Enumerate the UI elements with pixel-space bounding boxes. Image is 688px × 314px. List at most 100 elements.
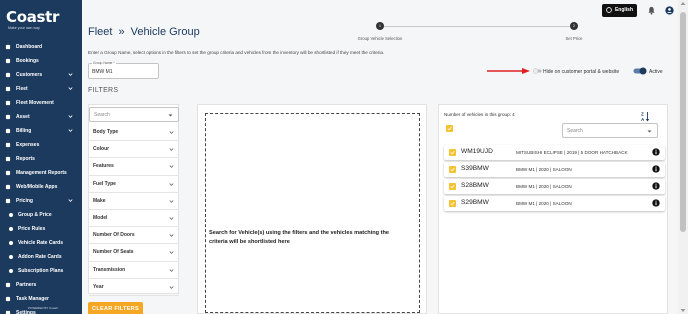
sidebar-item-label: Dashboard [16,44,43,50]
globe-icon [606,7,612,13]
chevron-down-icon[interactable] [68,72,73,77]
group-name-label: Group Name * [92,61,116,65]
group-name-input[interactable] [92,68,154,76]
sidebar-item-bookings[interactable]: Bookings [0,54,82,68]
filter-number-of-doors[interactable]: Number Of Doors [89,227,179,245]
chevron-down-icon[interactable] [169,199,174,204]
chevron-down-icon[interactable] [169,164,174,169]
active-toggle[interactable] [633,67,647,75]
filter-search[interactable] [89,107,179,122]
sidebar-item-billing[interactable]: Billing [0,124,82,138]
filter-make[interactable]: Make [89,193,179,210]
sort-top-label: Z [641,112,644,117]
sidebar-item-web-mobile-apps[interactable]: Web/Mobile Apps [0,180,82,194]
sidebar-item-subscription-plans[interactable]: Subscription Plans [0,264,82,278]
user-account-icon[interactable] [665,5,674,15]
fleet-icon [5,86,11,92]
sidebar-item-label: Fleet Movement [16,100,54,106]
settings-icon [5,310,11,314]
chevron-down-icon[interactable] [68,128,73,133]
checkmark-icon [447,126,452,131]
language-button[interactable]: English [601,3,637,17]
vehicle-row[interactable]: WM19UJD MITSUBISHI ECLIPSE | 2019 | 5 DOO… [444,145,665,160]
sidebar-item-vehicle-rate-cards[interactable]: Vehicle Rate Cards [0,236,82,250]
sort-icon[interactable]: Z A [641,111,650,122]
powered-by: POWERED BY Coastr [28,306,58,310]
vehicle-row[interactable]: S29BMW BMW M1 | 2020 | SALOON [444,196,665,211]
checkmark-icon [450,201,455,206]
info-icon[interactable] [652,165,660,173]
filter-model[interactable]: Model [89,210,179,228]
vehicle-checkbox[interactable] [449,166,456,173]
select-all-checkbox[interactable] [446,125,453,132]
sidebar-item-partners[interactable]: Partners [0,278,82,292]
sidebar-item-reports[interactable]: Reports [0,152,82,166]
clear-filters-button[interactable]: CLEAR FILTERS [88,302,143,314]
checkmark-icon [450,167,455,172]
checkmark-icon [450,184,455,189]
vehicle-search[interactable] [562,123,658,138]
chevron-down-icon[interactable] [68,114,73,119]
vehicle-plate: S39BMW [461,165,489,172]
vehicle-row[interactable]: S39BMW BMW M1 | 2020 | SALOON [444,162,665,177]
sidebar-item-task-manager[interactable]: Task Manager [0,292,82,306]
chevron-down-icon[interactable] [68,198,73,203]
filter-year[interactable]: Year [89,279,179,296]
chevron-down-icon[interactable] [169,216,174,221]
vehicle-search-input[interactable] [567,127,645,135]
sidebar-item-label: Web/Mobile Apps [16,184,58,190]
vehicle-row[interactable]: S28BMW BMW M1 | 2020 | SALOON [444,179,665,194]
filter-colour[interactable]: Colour [89,141,179,159]
sidebar-item-customers[interactable]: Customers [0,68,82,82]
logo-text: Coastr [6,8,60,26]
chevron-down-icon[interactable] [169,182,174,187]
chevron-down-icon[interactable] [169,233,174,238]
sidebar-item-pricing[interactable]: Pricing [0,194,82,208]
scroll-down-icon[interactable] [680,308,686,313]
filter-label: Number Of Seats [93,249,134,256]
breadcrumb-separator: » [118,26,125,38]
filter-list: Body Type Colour Features Fuel Type Make Mode… [89,124,179,296]
chevron-down-icon[interactable] [169,285,174,290]
scroll-up-icon[interactable] [680,1,686,6]
filter-body-type[interactable]: Body Type [89,124,179,142]
group-name-field[interactable]: Group Name * [88,61,159,79]
sidebar-item-dashboard[interactable]: Dashboard [0,40,82,54]
step-1-label: Group Vehicle Selection [357,36,403,41]
vehicle-checkbox[interactable] [449,200,456,207]
chevron-down-icon[interactable] [169,250,174,255]
coastr-logo[interactable]: Coastr Make your own way [6,9,76,35]
filter-transmission[interactable]: Transmission [89,262,179,279]
scroll-thumb[interactable] [680,12,686,232]
breadcrumb-fleet[interactable]: Fleet [88,26,112,38]
sidebar-item-fleet[interactable]: Fleet [0,82,82,96]
sidebar-item-fleet-movement[interactable]: Fleet Movement [0,96,82,110]
filter-fuel-type[interactable]: Fuel Type [89,176,179,193]
info-icon[interactable] [652,182,660,190]
sidebar-item-price-rules[interactable]: Price Rules [0,222,82,236]
info-icon[interactable] [652,148,660,156]
filter-features[interactable]: Features [89,158,179,176]
vehicle-checkbox[interactable] [449,149,456,156]
page-scrollbar[interactable] [678,0,688,314]
chevron-down-icon[interactable] [647,129,652,134]
sidebar-item-expenses[interactable]: Expenses [0,138,82,152]
sidebar-item-addon-rate-cards[interactable]: Addon Rate Cards [0,250,82,264]
sidebar-item-group-price[interactable]: Group & Price [0,208,82,222]
step-2-label: Set Price [565,36,583,41]
hide-portal-toggle[interactable] [533,68,542,74]
chevron-down-icon[interactable] [68,86,73,91]
sidebar-item-asset[interactable]: Asset [0,110,82,124]
info-icon[interactable] [652,199,660,207]
chevron-down-icon[interactable] [168,113,173,118]
filter-search-input[interactable] [94,111,164,119]
filter-number-of-seats[interactable]: Number Of Seats [89,244,179,262]
filter-label: Make [93,197,106,204]
sidebar-item-management-reports[interactable]: Management Reports [0,166,82,180]
chevron-down-icon[interactable] [169,147,174,152]
vehicle-checkbox[interactable] [449,183,456,190]
chevron-down-icon[interactable] [169,130,174,135]
filter-panel: Body Type Colour Features Fuel Type Make Mode… [88,104,179,296]
bell-icon[interactable] [647,6,656,15]
chevron-down-icon[interactable] [169,268,174,273]
